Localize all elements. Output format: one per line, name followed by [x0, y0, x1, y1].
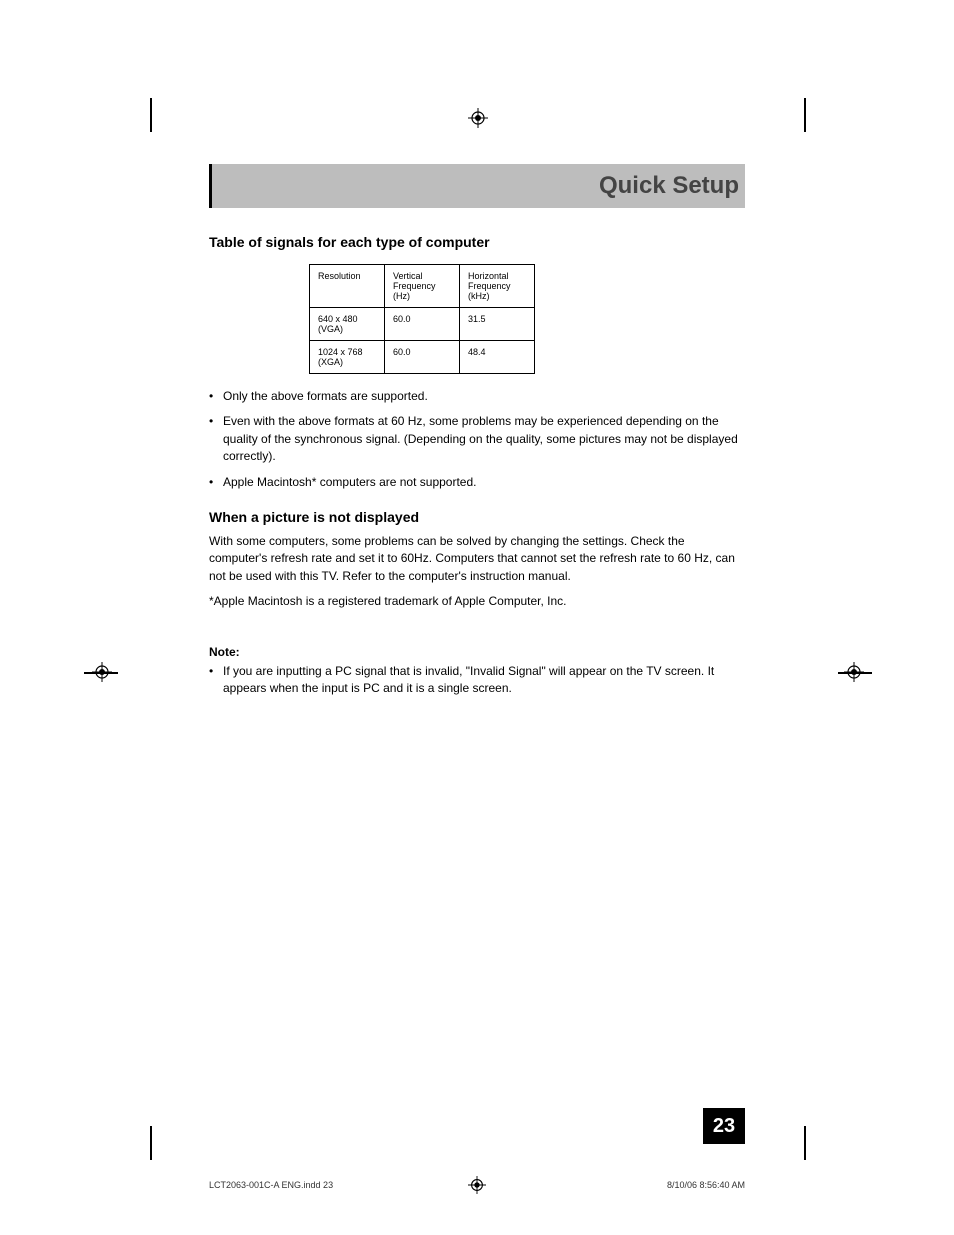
col-vfreq: Vertical Frequency (Hz) — [385, 265, 460, 308]
col-resolution: Resolution — [310, 265, 385, 308]
page-content: Quick Setup Table of signals for each ty… — [209, 164, 745, 705]
paragraph: With some computers, some problems can b… — [209, 533, 745, 585]
footer-file: LCT2063-001C-A ENG.indd 23 — [209, 1180, 333, 1190]
cell: 60.0 — [385, 341, 460, 374]
cell: 31.5 — [460, 308, 535, 341]
cell: 48.4 — [460, 341, 535, 374]
crop-mark — [150, 1126, 152, 1160]
table-row: 1024 x 768 (XGA) 60.0 48.4 — [310, 341, 535, 374]
heading-not-displayed: When a picture is not displayed — [209, 509, 745, 525]
footer-timestamp: 8/10/06 8:56:40 AM — [667, 1180, 745, 1190]
list-item: If you are inputting a PC signal that is… — [209, 663, 745, 698]
note-bullet-list: If you are inputting a PC signal that is… — [209, 663, 745, 698]
table-row: 640 x 480 (VGA) 60.0 31.5 — [310, 308, 535, 341]
table-header-row: Resolution Vertical Frequency (Hz) Horiz… — [310, 265, 535, 308]
paragraph-trademark: *Apple Macintosh is a registered tradema… — [209, 593, 745, 610]
footer: LCT2063-001C-A ENG.indd 23 8/10/06 8:56:… — [209, 1180, 745, 1190]
crop-mark — [804, 98, 806, 132]
registration-mark-icon — [468, 1176, 486, 1196]
list-item: Even with the above formats at 60 Hz, so… — [209, 413, 745, 465]
crop-mark — [804, 1126, 806, 1160]
col-hfreq: Horizontal Frequency (kHz) — [460, 265, 535, 308]
section-banner: Quick Setup — [209, 164, 745, 208]
list-item: Only the above formats are supported. — [209, 388, 745, 405]
registration-mark-icon — [92, 662, 112, 682]
page-number: 23 — [703, 1108, 745, 1144]
heading-signals-table: Table of signals for each type of comput… — [209, 234, 745, 250]
cell: 1024 x 768 (XGA) — [310, 341, 385, 374]
document-page: Quick Setup Table of signals for each ty… — [0, 0, 954, 1235]
crop-mark — [150, 98, 152, 132]
cell: 60.0 — [385, 308, 460, 341]
list-item: Apple Macintosh* computers are not suppo… — [209, 474, 745, 491]
registration-mark-icon — [468, 108, 488, 128]
bullet-list: Only the above formats are supported. Ev… — [209, 388, 745, 491]
signals-table: Resolution Vertical Frequency (Hz) Horiz… — [309, 264, 535, 374]
banner-title: Quick Setup — [599, 172, 739, 200]
registration-mark-icon — [844, 662, 864, 682]
note-label: Note: — [209, 645, 745, 659]
cell: 640 x 480 (VGA) — [310, 308, 385, 341]
